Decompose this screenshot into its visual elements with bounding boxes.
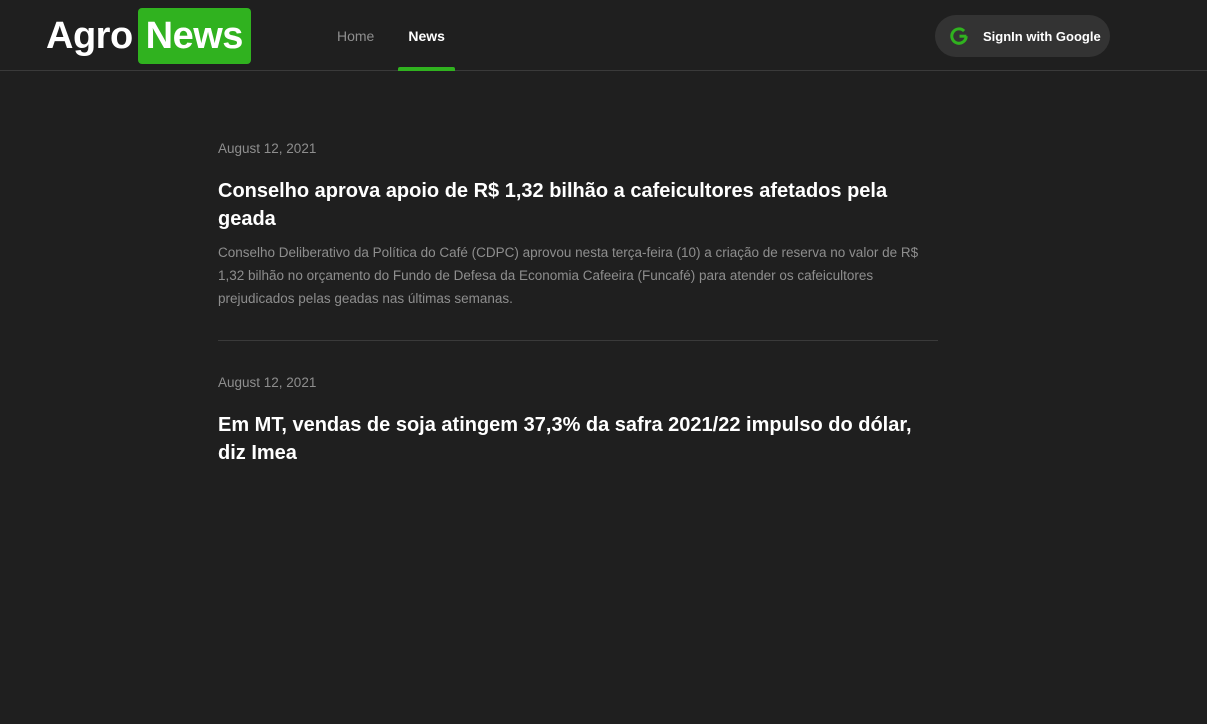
top-header: Agro News Home News SignIn with Google [0,0,1207,71]
google-g-icon [950,27,968,45]
news-article: August 12, 2021 Conselho aprova apoio de… [218,71,938,341]
logo-text-news: News [137,8,251,64]
article-date: August 12, 2021 [218,375,317,390]
signin-with-google-button[interactable]: SignIn with Google [935,15,1110,57]
main-nav: Home News [320,0,462,71]
signin-label: SignIn with Google [983,28,1101,44]
news-article: August 12, 2021 Em MT, vendas de soja at… [218,341,938,467]
article-summary: Conselho Deliberativo da Política do Caf… [218,245,919,306]
site-logo[interactable]: Agro News [46,8,251,64]
logo-text-agro: Agro [46,15,133,57]
news-list: August 12, 2021 Conselho aprova apoio de… [218,71,938,467]
nav-home-link[interactable]: Home [320,0,391,71]
nav-news-link[interactable]: News [391,0,462,71]
article-title-link[interactable]: Em MT, vendas de soja atingem 37,3% da s… [218,411,938,467]
article-date: August 12, 2021 [218,141,317,156]
article-title-link[interactable]: Conselho aprova apoio de R$ 1,32 bilhão … [218,177,938,233]
